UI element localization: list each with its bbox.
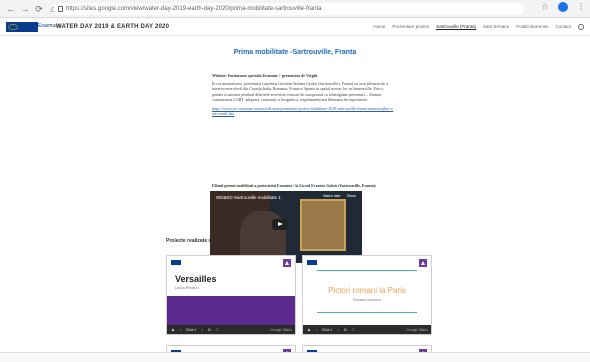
video-thumbnail-painting xyxy=(300,199,346,251)
slide-title: Pictori romani la Paris xyxy=(328,286,406,295)
slide-controls: ▶ ‹ Slide 1 › ⚙ ⛶ Google Slides xyxy=(303,325,431,334)
settings-icon[interactable]: ⚙ xyxy=(208,328,211,332)
youtube-video-player[interactable]: WD&ED Sartrouville mobilitate 1 Watch la… xyxy=(210,191,362,263)
slide-selector[interactable]: Slide 1 xyxy=(322,328,333,332)
next-slide-icon[interactable]: › xyxy=(338,328,339,332)
browser-actions: ☆ ⋮ xyxy=(540,2,586,12)
search-icon[interactable] xyxy=(578,24,584,30)
intro-section: Website: Invitatoare speciala Erasmus + … xyxy=(212,73,394,116)
google-slides-brand[interactable]: Google Slides xyxy=(406,328,428,332)
page-content: Prima mobilitate -Sartrouville, Franta W… xyxy=(166,37,432,362)
site-title[interactable]: WATER DAY 2019 & EARTH DAY 2020 xyxy=(56,24,169,30)
eu-stars-icon xyxy=(8,24,18,30)
browser-toolbar: ← → ⟳ ⌂ https://sites.google.com/view/wa… xyxy=(0,0,590,18)
erasmus-logo[interactable] xyxy=(6,22,38,32)
nav-home[interactable]: Home xyxy=(373,24,385,30)
prev-slide-icon[interactable]: ‹ xyxy=(180,328,181,332)
address-bar[interactable]: https://sites.google.com/view/water-day-… xyxy=(54,3,524,15)
slide-author: Roxana Mocanu xyxy=(353,298,381,302)
forward-icon[interactable]: → xyxy=(18,2,32,16)
play-icon[interactable] xyxy=(272,219,288,230)
site-navigation: Home Prezentare proiect Sartrouville (Fr… xyxy=(373,24,584,30)
slide-embed-pictori-romani[interactable]: Pictori romani la Paris Roxana Mocanu ▶ … xyxy=(302,255,432,335)
video-caption: Filmul primei mobilitati a proiectului E… xyxy=(212,183,377,188)
erasmus-logo-small xyxy=(307,260,317,265)
bottom-strip xyxy=(0,352,590,362)
school-badge-icon xyxy=(419,259,427,267)
nav-poiatri-borrenso[interactable]: Poiatri Borrenso xyxy=(516,24,548,30)
url-text: https://sites.google.com/view/water-day-… xyxy=(66,6,322,12)
school-badge-icon xyxy=(283,259,291,267)
slide-divider-top xyxy=(317,270,417,271)
lock-icon xyxy=(58,6,63,12)
next-slide-icon[interactable]: › xyxy=(202,328,203,332)
slide-color-band xyxy=(167,296,295,326)
profile-avatar[interactable] xyxy=(558,2,568,12)
reload-icon[interactable]: ⟳ xyxy=(32,2,46,16)
external-link[interactable]: https://www.ysc-erasmus.sartrouville.ass… xyxy=(212,106,394,116)
intro-heading: Website: Invitatoare speciala Erasmus + … xyxy=(212,73,318,78)
intro-paragraph: În cei mirameterea, prezentarii Laurenti… xyxy=(212,81,388,102)
prev-slide-icon[interactable]: ‹ xyxy=(316,328,317,332)
nav-prezentare-proiect[interactable]: Prezentare proiect xyxy=(392,24,429,30)
play-slides-icon[interactable]: ▶ xyxy=(308,328,311,332)
nav-contact[interactable]: Contact xyxy=(555,24,571,30)
slide-embed-versailles[interactable]: Versailles Laura Pirvanu ▶ ‹ Slide 1 › ⚙… xyxy=(166,255,296,335)
erasmus-logo-small xyxy=(171,260,181,265)
settings-icon[interactable]: ⚙ xyxy=(344,328,347,332)
bookmark-star-icon[interactable]: ☆ xyxy=(540,2,550,12)
video-title[interactable]: WD&ED Sartrouville mobilitate 1 xyxy=(216,195,281,200)
nav-sartrouville[interactable]: Sartrouville (Franta) xyxy=(436,24,476,30)
share-button[interactable]: Share xyxy=(347,194,356,198)
google-slides-brand[interactable]: Google Slides xyxy=(270,328,292,332)
slide-controls: ▶ ‹ Slide 1 › ⚙ ⛶ Google Slides xyxy=(167,325,295,334)
site-header: Erasmus+ WATER DAY 2019 & EARTH DAY 2020… xyxy=(0,19,590,36)
slide-author: Laura Pirvanu xyxy=(175,286,199,290)
projects-heading: Proiecte realizate de elevi: xyxy=(166,238,229,244)
back-icon[interactable]: ← xyxy=(4,2,18,16)
page-title: Prima mobilitate -Sartrouville, Franta xyxy=(233,49,357,56)
watch-later-button[interactable]: Watch later xyxy=(323,194,341,198)
fullscreen-icon[interactable]: ⛶ xyxy=(352,328,354,332)
slide-title: Versailles xyxy=(175,274,217,284)
play-slides-icon[interactable]: ▶ xyxy=(172,328,175,332)
menu-icon[interactable]: ⋮ xyxy=(576,2,586,12)
slide-selector[interactable]: Slide 1 xyxy=(186,328,197,332)
fullscreen-icon[interactable]: ⛶ xyxy=(216,328,218,332)
video-actions: Watch later Share xyxy=(323,194,356,198)
nav-sant-ermano[interactable]: Sant Ermano xyxy=(483,24,509,30)
slide-divider-bottom xyxy=(317,312,417,313)
